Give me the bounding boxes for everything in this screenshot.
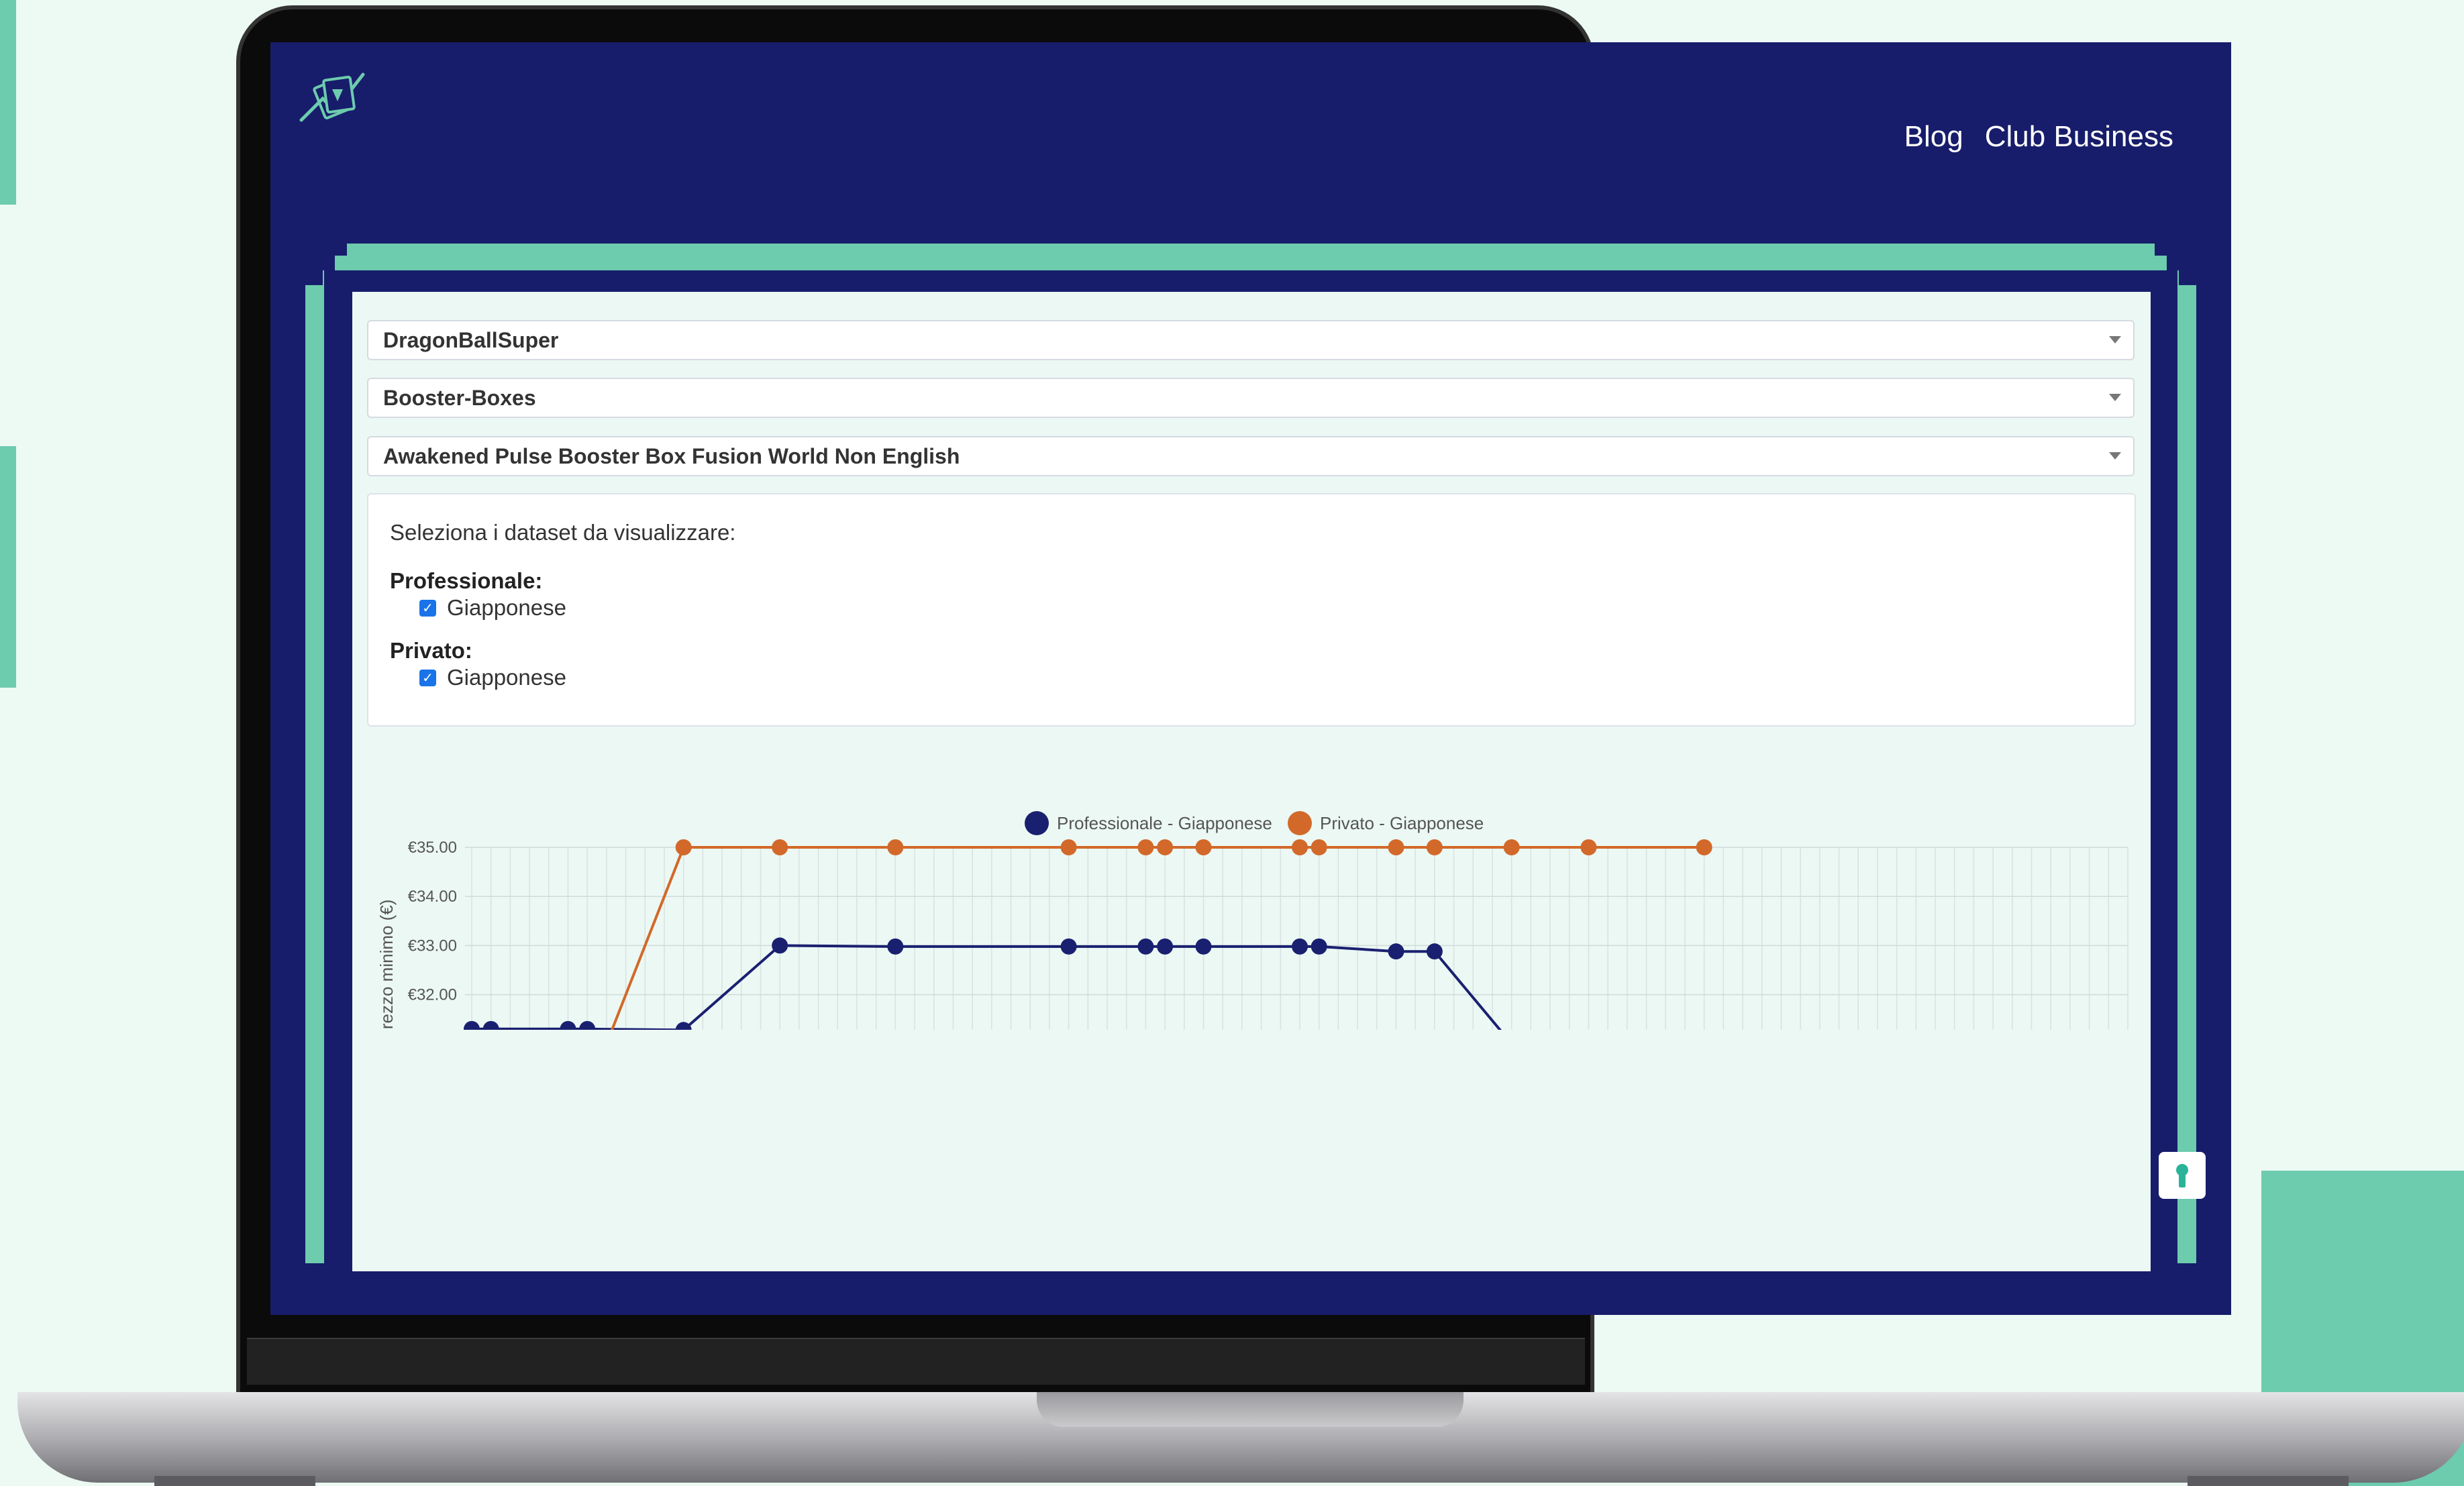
data-point <box>1137 839 1154 855</box>
data-point <box>1292 839 1308 855</box>
keyhole-icon <box>2176 1164 2188 1187</box>
data-point <box>1388 839 1404 855</box>
data-point <box>1426 943 1443 960</box>
data-point <box>1157 938 1174 955</box>
data-point <box>887 839 904 855</box>
data-point <box>887 938 904 955</box>
data-point <box>1195 839 1212 855</box>
data-point <box>1311 839 1327 855</box>
data-point <box>1157 839 1174 855</box>
data-point <box>560 1020 576 1030</box>
laptop-foot-left <box>154 1476 315 1486</box>
navbar: Blog Club Business <box>270 42 2231 153</box>
data-point <box>464 1020 480 1030</box>
bg-accent-strip-top <box>0 0 16 205</box>
legend-label: Professionale - Giapponese <box>1057 813 1272 833</box>
laptop-chin <box>247 1338 1585 1385</box>
extension-button[interactable] <box>2159 1152 2206 1199</box>
laptop-notch <box>1037 1392 1464 1427</box>
browser-viewport: Blog Club Business DragonBallSuper Boost… <box>270 42 2231 1315</box>
data-point <box>1580 839 1597 855</box>
data-point <box>482 1020 499 1030</box>
nav-links: Blog Club Business <box>1904 120 2173 154</box>
data-point <box>1311 938 1327 955</box>
price-tracker-panel: DragonBallSuper Booster-Boxes Awakened P… <box>352 292 2151 1271</box>
y-tick-label: €34.00 <box>408 888 457 906</box>
data-point <box>1503 839 1520 855</box>
data-point <box>675 1022 692 1030</box>
y-axis-title: Prezzo minimo (€) <box>376 900 397 1030</box>
data-point <box>772 839 788 855</box>
bg-accent-strip-mid <box>0 446 16 688</box>
data-point <box>579 1020 596 1030</box>
data-point <box>1060 938 1077 955</box>
nav-link-blog[interactable]: Blog <box>1904 120 1963 154</box>
y-tick-label: €32.00 <box>408 986 457 1004</box>
laptop-foot-right <box>2188 1476 2349 1486</box>
legend-label: Privato - Giapponese <box>1320 813 1484 833</box>
price-line-chart: €30.00€31.00€32.00€33.00€34.00€35.002025… <box>376 811 2128 1030</box>
data-point <box>1137 938 1154 955</box>
y-tick-label: €33.00 <box>408 937 457 955</box>
y-tick-label: €35.00 <box>408 839 457 857</box>
nav-link-club-business[interactable]: Club Business <box>1985 120 2173 154</box>
data-point <box>1696 839 1712 855</box>
data-point <box>675 839 692 855</box>
data-point <box>1195 938 1212 955</box>
data-point <box>1060 839 1077 855</box>
data-point <box>1292 938 1308 955</box>
deck-cards-logo-icon[interactable] <box>296 65 370 132</box>
data-point <box>772 937 788 954</box>
legend-marker <box>1288 811 1312 835</box>
data-point <box>1426 839 1443 855</box>
legend-marker <box>1025 811 1049 835</box>
data-point <box>1388 943 1404 960</box>
